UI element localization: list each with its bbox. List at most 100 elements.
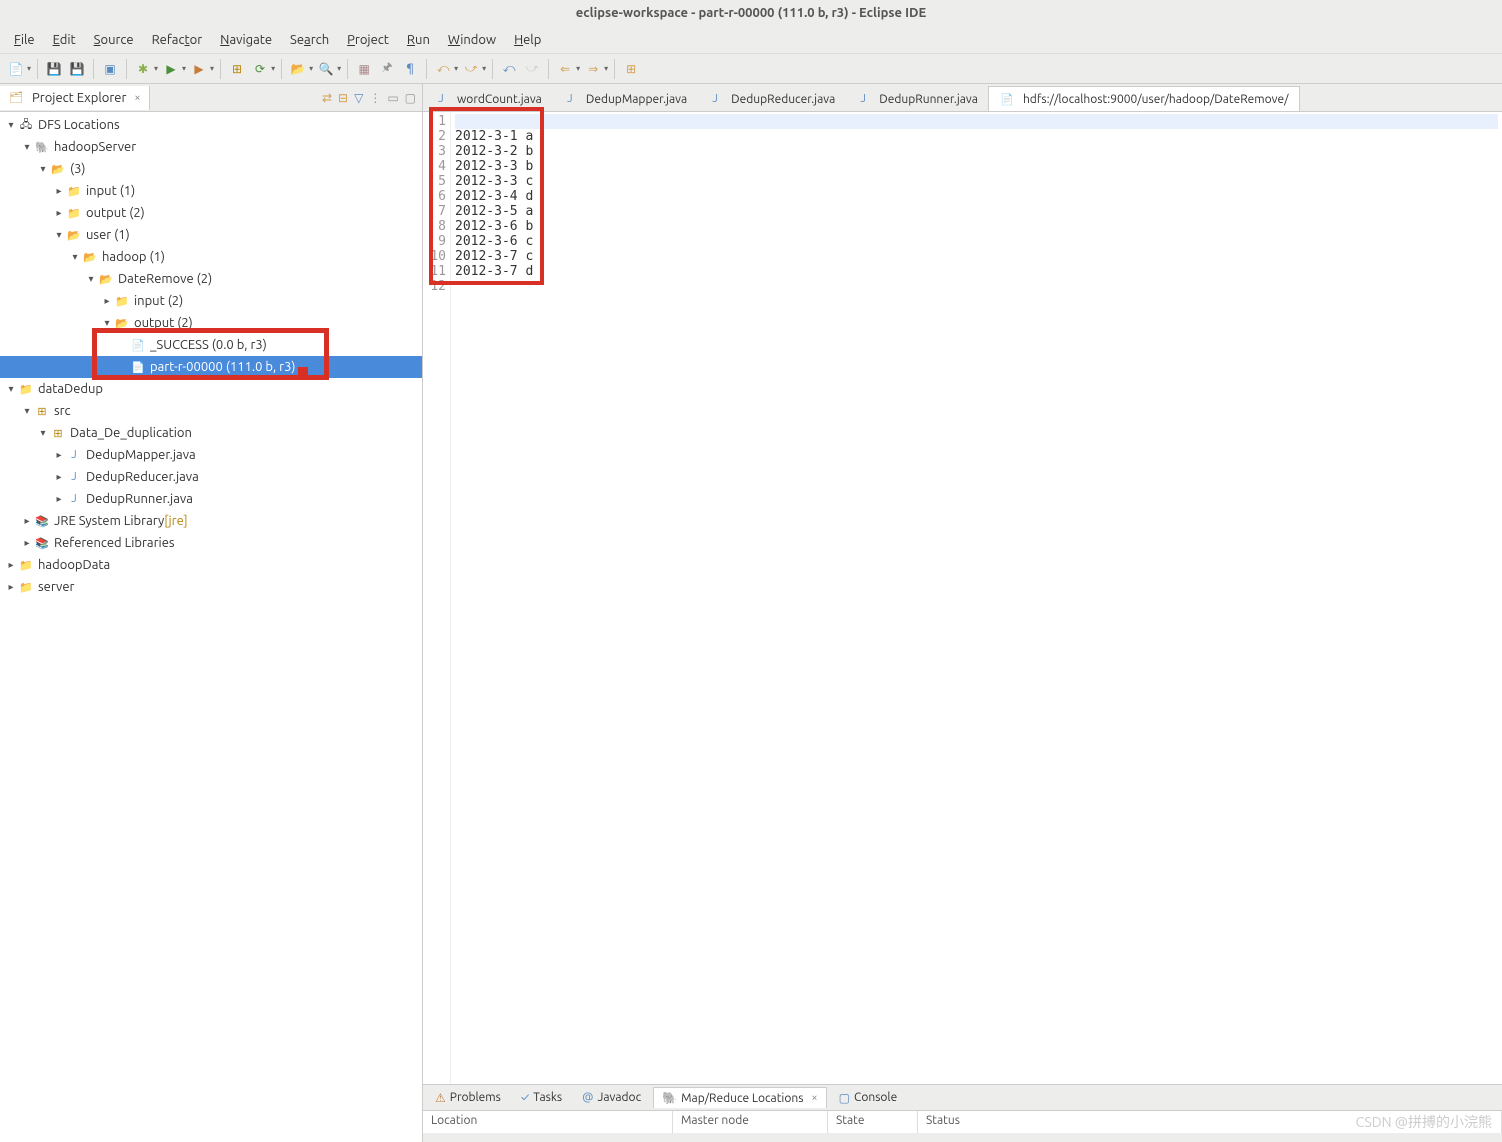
elephant-icon: 🐘: [34, 139, 50, 155]
node-reducer[interactable]: ▸JDedupReducer.java: [0, 466, 422, 488]
new-java-icon[interactable]: 📂: [288, 59, 308, 79]
line-gutter: 123456789101112: [423, 112, 451, 1084]
library-icon: 📚: [34, 535, 50, 551]
menu-help[interactable]: Help: [506, 30, 549, 50]
node-input1[interactable]: ▸📁input (1): [0, 180, 422, 202]
search-icon[interactable]: 🔍: [316, 59, 336, 79]
menu-refactor[interactable]: Refactor: [144, 30, 211, 50]
menu-window[interactable]: Window: [440, 30, 504, 50]
editor-tabs: JwordCount.java JDedupMapper.java JDedup…: [423, 84, 1502, 112]
menu-source[interactable]: Source: [86, 30, 142, 50]
menu-run[interactable]: Run: [399, 30, 438, 50]
tab-problems[interactable]: ⚠Problems: [427, 1088, 509, 1108]
node-output2top[interactable]: ▸📁output (2): [0, 202, 422, 224]
menu-icon[interactable]: ⋮: [369, 91, 381, 105]
tab-mapreduce[interactable]: 🐘Map/Reduce Locations×: [653, 1087, 826, 1108]
col-location[interactable]: Location: [423, 1111, 673, 1133]
file-icon: 📄: [130, 359, 146, 375]
java-icon: J: [433, 91, 449, 107]
link-icon[interactable]: ⊟: [338, 91, 348, 105]
java-icon: J: [66, 491, 82, 507]
code-content[interactable]: 2012-3-1 a2012-3-2 b2012-3-3 b2012-3-3 c…: [451, 112, 1502, 1084]
tab-console[interactable]: ▢Console: [831, 1088, 906, 1108]
save-icon[interactable]: 💾: [44, 59, 64, 79]
debug-icon[interactable]: ✱: [133, 59, 153, 79]
folder-icon: 📂: [114, 315, 130, 331]
para-icon[interactable]: ¶: [400, 59, 420, 79]
pin-icon[interactable]: 🖈: [377, 59, 397, 79]
java-icon: J: [66, 469, 82, 485]
tab-runner[interactable]: JDedupRunner.java: [845, 87, 988, 111]
new-icon[interactable]: 📄: [6, 59, 26, 79]
node-datadedup[interactable]: ▾📁dataDedup: [0, 378, 422, 400]
folder-icon: 📁: [66, 183, 82, 199]
close-icon[interactable]: ×: [134, 92, 140, 104]
folder-icon: 📂: [82, 249, 98, 265]
editor[interactable]: 123456789101112 2012-3-1 a2012-3-2 b2012…: [423, 112, 1502, 1084]
run-icon[interactable]: ▶: [161, 59, 181, 79]
node-user1[interactable]: ▾📂user (1): [0, 224, 422, 246]
node-output2[interactable]: ▾📂output (2): [0, 312, 422, 334]
col-state[interactable]: State: [828, 1111, 918, 1133]
tab-hdfs[interactable]: 📄hdfs://localhost:9000/user/hadoop/DateR…: [988, 86, 1300, 111]
java-icon: J: [707, 91, 723, 107]
node-runner[interactable]: ▸JDedupRunner.java: [0, 488, 422, 510]
dfs-icon: 🖧: [18, 117, 34, 133]
tree[interactable]: ▾🖧DFS Locations ▾🐘hadoopServer ▾📂(3) ▸📁i…: [0, 112, 422, 1142]
node-hadoopserver[interactable]: ▾🐘hadoopServer: [0, 136, 422, 158]
tab-javadoc[interactable]: @Javadoc: [574, 1088, 649, 1107]
task-icon[interactable]: ▦: [354, 59, 374, 79]
perspective-icon[interactable]: ⊞: [621, 59, 641, 79]
tab-tasks[interactable]: ✓Tasks: [513, 1088, 570, 1107]
node-input2[interactable]: ▸📁input (2): [0, 290, 422, 312]
new-package-icon[interactable]: ⊞: [227, 59, 247, 79]
menu-navigate[interactable]: Navigate: [212, 30, 280, 50]
node-dateremove[interactable]: ▾📂DateRemove (2): [0, 268, 422, 290]
filter-icon[interactable]: ▽: [354, 91, 363, 105]
prev-icon[interactable]: ⤺: [433, 59, 453, 79]
toggle-icon[interactable]: ▣: [100, 59, 120, 79]
menu-search[interactable]: Search: [282, 30, 337, 50]
col-master[interactable]: Master node: [673, 1111, 828, 1133]
node-hadoopdata[interactable]: ▸📁hadoopData: [0, 554, 422, 576]
node-part[interactable]: 📄part-r-00000 (111.0 b, r3): [0, 356, 422, 378]
collapse-icon[interactable]: ⇄: [322, 91, 332, 105]
node-mapper[interactable]: ▸JDedupMapper.java: [0, 444, 422, 466]
coverage-icon[interactable]: ▶: [189, 59, 209, 79]
back-icon[interactable]: ⇐: [555, 59, 575, 79]
project-icon: 📁: [18, 381, 34, 397]
menu-project[interactable]: Project: [339, 30, 397, 50]
node-jre[interactable]: ▸📚JRE System Library [jre]: [0, 510, 422, 532]
close-icon[interactable]: ×: [811, 1092, 817, 1104]
src-icon: ⊞: [34, 403, 50, 419]
save-all-icon[interactable]: 💾: [67, 59, 87, 79]
minimize-icon[interactable]: ▭: [387, 91, 398, 105]
folder-icon: 📁: [66, 205, 82, 221]
file-icon: 📄: [130, 337, 146, 353]
title-bar: eclipse-workspace - part-r-00000 (111.0 …: [0, 0, 1502, 26]
node-src[interactable]: ▾⊞src: [0, 400, 422, 422]
node-server[interactable]: ▸📁server: [0, 576, 422, 598]
tab-wordcount[interactable]: JwordCount.java: [423, 87, 552, 111]
bottom-panel: ⚠Problems ✓Tasks @Javadoc 🐘Map/Reduce Lo…: [423, 1084, 1502, 1142]
next-icon[interactable]: ⤻: [461, 59, 481, 79]
node-hadoop1[interactable]: ▾📂hadoop (1): [0, 246, 422, 268]
node-dfs[interactable]: ▾🖧DFS Locations: [0, 114, 422, 136]
node-success[interactable]: 📄_SUCCESS (0.0 b, r3): [0, 334, 422, 356]
project-icon: 📁: [18, 579, 34, 595]
node-reflibs[interactable]: ▸📚Referenced Libraries: [0, 532, 422, 554]
editor-area: JwordCount.java JDedupMapper.java JDedup…: [423, 84, 1502, 1142]
tab-mapper[interactable]: JDedupMapper.java: [552, 87, 697, 111]
menu-edit[interactable]: Edit: [45, 30, 84, 50]
node-3[interactable]: ▾📂(3): [0, 158, 422, 180]
tab-reducer[interactable]: JDedupReducer.java: [697, 87, 845, 111]
undo-nav-icon[interactable]: ⤺: [499, 59, 519, 79]
refresh-icon[interactable]: ⟳: [250, 59, 270, 79]
menu-file[interactable]: File: [6, 30, 43, 50]
redo-nav-icon[interactable]: ⤻: [522, 59, 542, 79]
maximize-icon[interactable]: ▢: [405, 91, 416, 105]
node-pkg[interactable]: ▾⊞Data_De_duplication: [0, 422, 422, 444]
forward-icon[interactable]: ⇒: [583, 59, 603, 79]
library-icon: 📚: [34, 513, 50, 529]
explorer-tab[interactable]: 🗂 Project Explorer ×: [0, 86, 150, 110]
